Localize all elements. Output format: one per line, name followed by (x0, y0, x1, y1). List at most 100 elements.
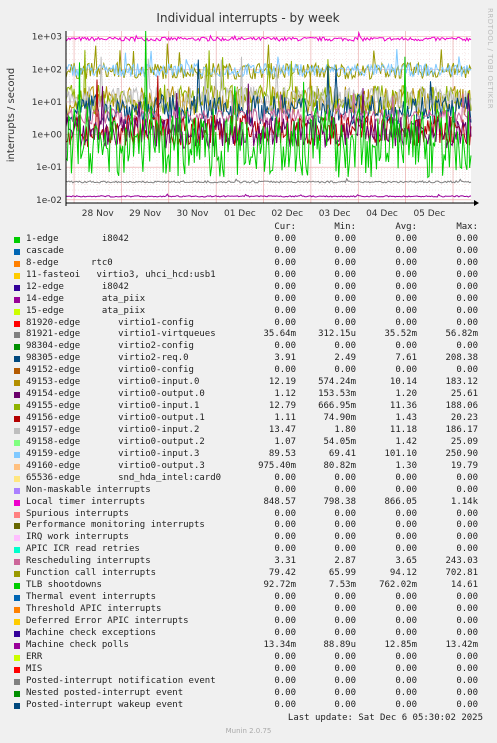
legend-swatch (14, 690, 20, 697)
legend-row: 14-edge ata_piix 0.00 0.00 0.00 0.00 (14, 294, 492, 306)
legend-swatch (14, 607, 20, 613)
x-tick-label: 01 Dec (224, 209, 256, 219)
legend-min-value: 0.00 (334, 281, 356, 292)
legend-row: Machine check polls 13.34m 88.89u 12.85m 13.… (14, 640, 492, 652)
legend-avg-value: 101.10 (384, 448, 417, 459)
legend-swatch (14, 296, 20, 303)
legend-row: 49156-edge virtio0-output.1 1.11 74.90m 1.4… (14, 413, 492, 425)
legend-row: MIS 0.00 0.00 0.00 0.00 (14, 664, 492, 676)
legend-avg-value: 0.00 (395, 544, 417, 555)
legend-max-value: 0.00 (456, 675, 478, 686)
x-tick-label: 05 Dec (413, 209, 445, 219)
legend-swatch (14, 499, 20, 506)
legend-max-value: 0.00 (456, 687, 478, 698)
x-tick-label: 02 Dec (271, 209, 303, 219)
legend-min-value: 0.00 (334, 341, 356, 352)
legend-row: Machine check exceptions 0.00 0.00 0.00 0.00 (14, 628, 492, 640)
legend-cur-value: 0.00 (274, 508, 296, 519)
legend-swatch (14, 583, 20, 590)
legend-max-value: 0.00 (456, 365, 478, 376)
y-tick-label: 1e+02 (32, 65, 62, 75)
legend-series-name: 49159-edge virtio0-input.3 (26, 448, 200, 459)
legend-cur-value: 12.79 (268, 401, 296, 412)
legend-max-value: 0.00 (456, 699, 478, 710)
legend-row: Deferred Error APIC interrupts 0.00 0.00 0.… (14, 616, 492, 628)
legend-swatch (14, 571, 20, 578)
legend-series-name: Local timer interrupts (26, 496, 146, 507)
legend-avg-value: 0.00 (395, 532, 417, 543)
legend-min-value: 0.00 (334, 508, 356, 519)
legend-avg-value: 11.18 (389, 424, 417, 435)
legend-swatch (14, 427, 20, 434)
legend-series-name: MIS (26, 663, 43, 674)
legend-cur-value: 0.00 (274, 245, 296, 256)
legend-series-name: 49160-edge virtio0-output.3 (26, 460, 205, 471)
legend-min-value: 88.89u (323, 639, 356, 650)
legend-avg-value: 1.43 (395, 413, 417, 423)
y-tick-label: 1e+03 (32, 33, 62, 43)
legend-cur-value: 848.57 (263, 496, 296, 507)
legend-min-value: 0.00 (334, 699, 356, 710)
legend-min-value: 0.00 (334, 233, 356, 244)
legend-swatch (14, 380, 20, 387)
legend-min-value: 0.00 (334, 257, 356, 268)
legend-cur-value: 89.53 (268, 448, 296, 459)
legend-swatch (14, 368, 20, 375)
legend-cur-value: 0.00 (274, 293, 296, 304)
legend-row: Function call interrupts 79.42 65.99 94.12 7… (14, 568, 492, 580)
legend-series-name: Nested posted-interrupt event (26, 687, 184, 698)
legend-swatch (14, 547, 20, 554)
legend-min-value: 7.53m (328, 580, 356, 591)
legend-row: Spurious interrupts 0.00 0.00 0.00 0.00 (14, 509, 492, 521)
legend-row: 49158-edge virtio0-output.2 1.07 54.05m 1.4… (14, 437, 492, 449)
legend-avg-value: 0.00 (395, 245, 417, 256)
legend-min-value: 0.00 (334, 520, 356, 531)
legend-series-name: 98305-edge virtio2-req.0 (26, 353, 189, 364)
legend-series-name: Posted-interrupt notification event (26, 675, 216, 686)
legend-avg-value: 0.00 (395, 520, 417, 531)
legend-max-value: 0.00 (456, 651, 478, 662)
col-max: Max: (456, 222, 478, 232)
legend-cur-value: 0.00 (274, 269, 296, 280)
legend-series-name: 49158-edge virtio0-output.2 (26, 436, 205, 447)
legend-row: Posted-interrupt wakeup event 0.00 0.00 0.0… (14, 700, 492, 712)
legend-cur-value: 12.19 (268, 377, 296, 388)
legend-row: Rescheduling interrupts 3.31 2.87 3.65 243.0… (14, 556, 492, 568)
legend-series-name: 49156-edge virtio0-output.1 (26, 413, 205, 423)
y-tick-label: 1e-02 (36, 196, 62, 206)
legend-avg-value: 0.00 (395, 305, 417, 316)
legend-swatch (14, 678, 20, 685)
last-update: Last update: Sat Dec 6 05:30:02 2025 (287, 713, 483, 723)
legend-max-value: 0.00 (456, 592, 478, 603)
x-ticks: 28 Nov 29 Nov 30 Nov 01 Dec 02 Dec 03 Dec 04 D… (82, 209, 445, 219)
legend-cur-value: 975.40m (258, 460, 296, 471)
legend-max-value: 0.00 (456, 484, 478, 495)
legend-avg-value: 0.00 (395, 269, 417, 280)
legend-max-value: 0.00 (456, 532, 478, 543)
legend-series-name: Deferred Error APIC interrupts (26, 615, 189, 626)
legend-max-value: 25.09 (450, 436, 478, 447)
legend-swatch (14, 463, 20, 470)
legend-row: TLB shootdowns 92.72m 7.53m 762.02m 14.61 (14, 580, 492, 592)
legend-min-value: 0.00 (334, 245, 356, 256)
legend-min-value: 0.00 (334, 293, 356, 304)
legend-max-value: 19.79 (450, 460, 478, 471)
rrdtool-credit: RRDTOOL / TOBI OETIKER (486, 8, 494, 109)
legend-avg-value: 0.00 (395, 651, 417, 662)
y-axis-label: interrupts / second (6, 68, 17, 162)
legend-cur-value: 35.64m (263, 329, 296, 340)
legend-swatch (14, 272, 20, 279)
legend-max-value: 188.06 (445, 401, 478, 412)
legend-row: 15-edge ata_piix 0.00 0.00 0.00 0.00 (14, 306, 492, 318)
legend-series-name: Machine check polls (26, 639, 129, 650)
legend-swatch (14, 595, 20, 602)
legend-min-value: 0.00 (334, 544, 356, 555)
legend-min-value: 0.00 (334, 592, 356, 603)
legend-swatch (14, 511, 20, 518)
legend-max-value: 250.90 (445, 448, 478, 459)
legend-avg-value: 0.00 (395, 615, 417, 626)
legend-row: 98304-edge virtio2-config 0.00 0.00 0.00 0.0… (14, 341, 492, 353)
legend-min-value: 153.53m (318, 389, 356, 400)
legend-swatch (14, 630, 20, 637)
legend-min-value: 666.95m (318, 401, 356, 412)
